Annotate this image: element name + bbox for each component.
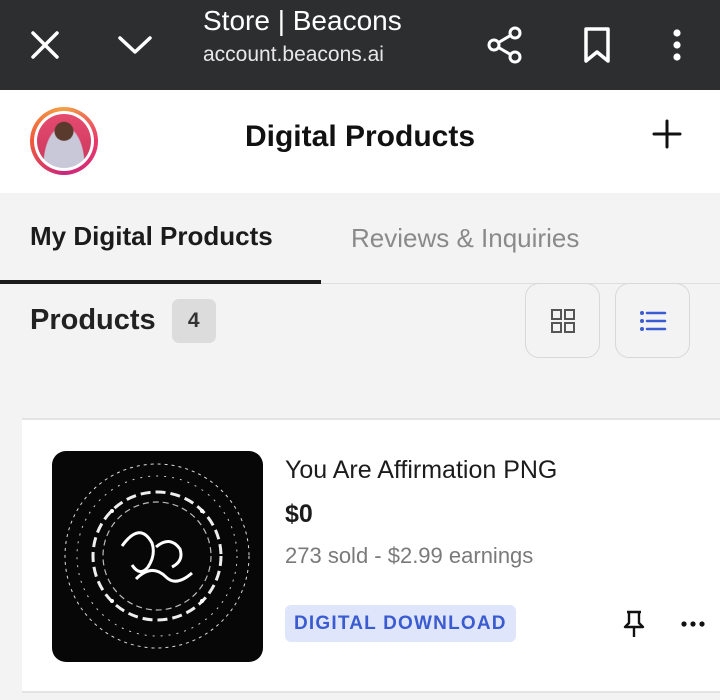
products-count-badge: 4 xyxy=(171,298,216,343)
tab-reviews-inquiries[interactable]: Reviews & Inquiries xyxy=(351,193,579,283)
more-options-button[interactable] xyxy=(678,612,708,636)
share-icon[interactable] xyxy=(480,0,530,90)
products-label: Products xyxy=(30,304,156,336)
more-vertical-icon[interactable] xyxy=(655,0,699,90)
more-horizontal-icon xyxy=(681,621,705,627)
chevron-down-icon[interactable] xyxy=(110,0,160,90)
tab-bar: My Digital Products Reviews & Inquiries xyxy=(0,193,720,284)
product-sales-stats: 273 sold - $2.99 earnings xyxy=(285,543,534,568)
grid-view-icon xyxy=(550,308,575,333)
plus-icon xyxy=(652,119,682,149)
product-card[interactable]: You Are Affirmation PNG $0 273 sold - $2… xyxy=(22,418,720,693)
product-thumbnail[interactable] xyxy=(52,451,263,662)
tab-my-digital-products[interactable]: My Digital Products xyxy=(0,193,321,284)
affirmation-artwork-image xyxy=(64,463,250,649)
browser-toolbar: Store | Beacons account.beacons.ai xyxy=(0,0,720,90)
browser-title-block: Store | Beacons account.beacons.ai xyxy=(203,4,402,69)
list-view-icon xyxy=(639,310,666,331)
product-price: $0 xyxy=(285,500,313,528)
pin-button[interactable] xyxy=(618,608,650,640)
product-type-badge: DIGITAL DOWNLOAD xyxy=(285,605,516,642)
list-view-button[interactable] xyxy=(615,283,690,358)
products-header: Products 4 xyxy=(30,298,216,343)
grid-view-button[interactable] xyxy=(525,283,600,358)
bookmark-icon[interactable] xyxy=(572,0,622,90)
pin-icon xyxy=(623,610,645,637)
browser-page-title: Store | Beacons xyxy=(203,5,402,36)
browser-url[interactable]: account.beacons.ai xyxy=(203,41,402,69)
page-title: Digital Products xyxy=(244,120,476,153)
add-product-button[interactable] xyxy=(645,112,689,156)
app-header: Digital Products xyxy=(0,90,720,193)
close-icon[interactable] xyxy=(20,0,70,90)
product-name[interactable]: You Are Affirmation PNG xyxy=(285,456,557,485)
